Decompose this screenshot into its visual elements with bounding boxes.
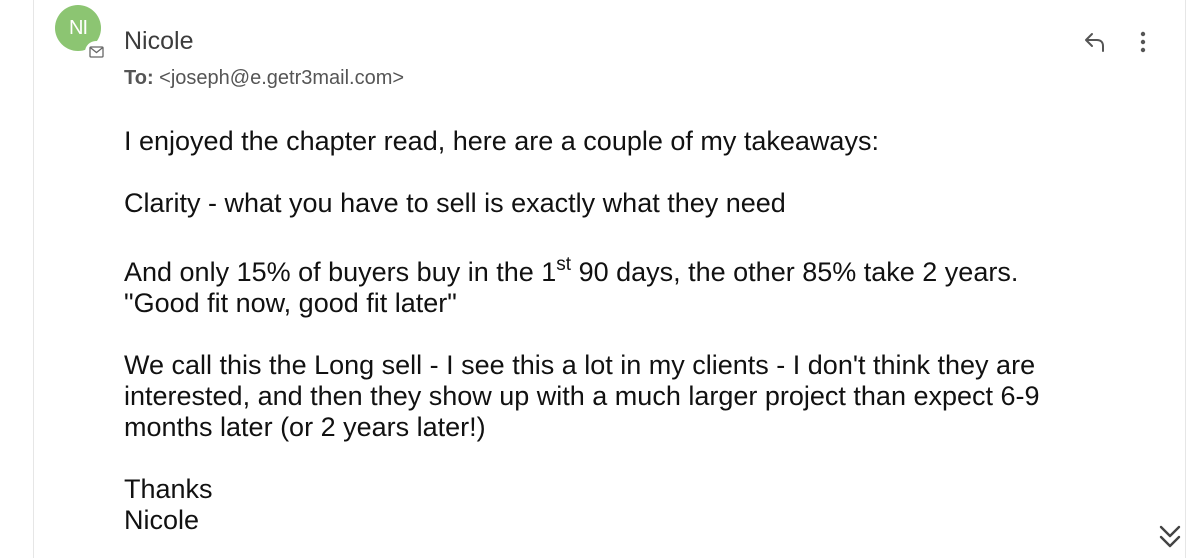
message-body: I enjoyed the chapter read, here are a c…: [124, 126, 1174, 536]
sender-avatar-group: NI: [55, 5, 107, 63]
recipient-address: <joseph@e.getr3mail.com>: [159, 67, 405, 89]
more-vertical-icon: [1140, 31, 1146, 53]
recipient-line: To: <joseph@e.getr3mail.com>: [124, 67, 404, 90]
right-border: [1185, 0, 1186, 558]
message-line: interested, and then they show up with a…: [124, 381, 1040, 411]
to-label: To:: [124, 67, 154, 89]
double-chevron-down-icon: [1159, 525, 1181, 548]
sender-name: Nicole: [124, 27, 194, 55]
message-line: "Good fit now, good fit later": [124, 288, 457, 318]
more-options-button[interactable]: [1130, 27, 1156, 57]
message-line: months later (or 2 years later!): [124, 412, 486, 442]
reply-icon: [1085, 33, 1104, 52]
message-signature: Nicole: [124, 505, 200, 535]
message-text: 90 days, the other 85% take 2 years.: [571, 257, 1019, 287]
expand-button[interactable]: [1155, 520, 1185, 554]
left-border: [33, 0, 34, 558]
message-line: We call this the Long sell - I see this …: [124, 350, 1036, 380]
message-line: And only 15% of buyers buy in the 1st 90…: [124, 254, 1174, 288]
message-closing: Thanks: [124, 474, 213, 504]
ordinal-suffix: st: [556, 254, 572, 275]
mail-icon: [85, 41, 107, 63]
message-line: I enjoyed the chapter read, here are a c…: [124, 126, 879, 156]
reply-button[interactable]: [1080, 27, 1110, 57]
message-line: Clarity - what you have to sell is exact…: [124, 188, 786, 218]
message-text: And only 15% of buyers buy in the 1: [124, 257, 557, 287]
